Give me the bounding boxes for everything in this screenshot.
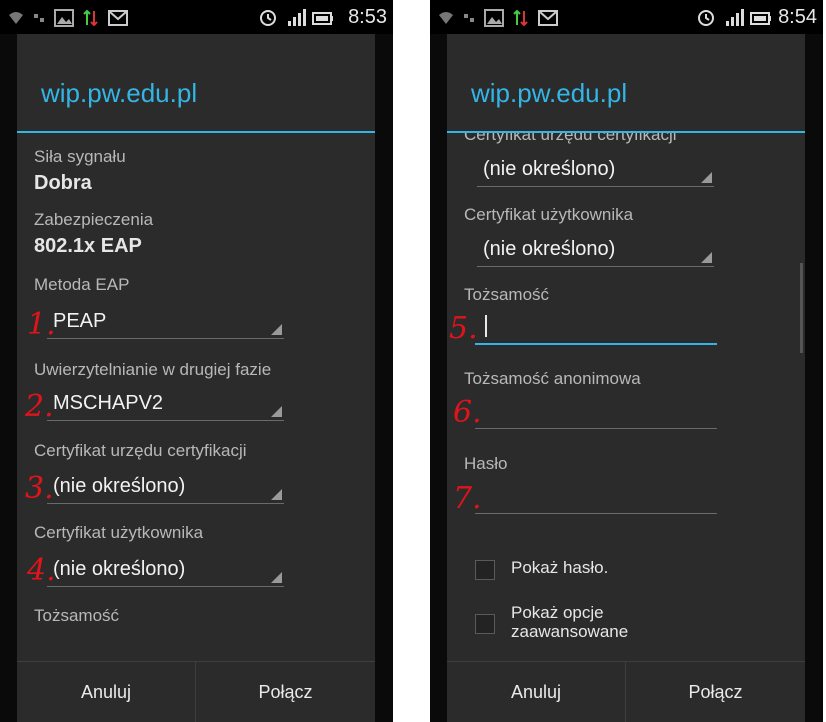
sync-icon [464, 14, 474, 22]
anonymous-identity-field[interactable] [475, 398, 717, 429]
wifi-icon [9, 12, 23, 24]
gmail-icon [538, 10, 558, 26]
user-cert-label: Certyfikat użytkownika [464, 205, 634, 224]
annotation-number: 2. [25, 389, 54, 424]
status-bar: 8:54 [430, 0, 823, 34]
phase2-auth-label: Uwierzytelnianie w drugiej fazie [34, 360, 272, 379]
annotation-number: 3. [25, 471, 54, 506]
dialog-title: wip.pw.edu.pl [41, 78, 198, 108]
show-advanced-label: Pokaż opcje zaawansowane [511, 603, 629, 641]
user-cert-spinner[interactable]: (nie określono) [47, 554, 284, 587]
identity-label: Tożsamość [464, 285, 550, 304]
eap-method-spinner[interactable]: PEAP [47, 306, 284, 339]
image-icon [54, 9, 74, 27]
transfer-icon [83, 9, 98, 27]
show-advanced-checkbox[interactable] [475, 614, 495, 634]
alarm-icon [698, 10, 714, 26]
security-value: 802.1x EAP [34, 235, 142, 257]
dialog-content[interactable]: Certyfikat urzędu certyfikacji (nie okre… [447, 133, 805, 662]
dialog-button-bar: Anuluj Połącz [17, 661, 375, 722]
user-cert-value: (nie określono) [53, 558, 186, 580]
dialog-title: wip.pw.edu.pl [471, 78, 628, 108]
spinner-arrow-icon [271, 406, 282, 417]
identity-field[interactable] [475, 313, 717, 345]
annotation-number: 5. [449, 311, 478, 346]
spinner-arrow-icon [701, 172, 712, 183]
sync-icon [34, 14, 44, 22]
gmail-icon [108, 10, 128, 26]
security-label: Zabezpieczenia [34, 210, 154, 229]
show-advanced-row[interactable]: Pokaż opcje zaawansowane [475, 603, 795, 647]
ca-cert-spinner[interactable]: (nie określono) [477, 154, 714, 187]
signal-strength-label: Siła sygnału [34, 147, 126, 166]
text-cursor [485, 315, 487, 337]
annotation-number: 4. [27, 553, 56, 588]
battery-icon [312, 12, 333, 25]
phase2-auth-value: MSCHAPV2 [53, 392, 164, 414]
status-clock: 8:53 [348, 6, 387, 28]
eap-method-value: PEAP [53, 310, 107, 332]
phone-screen-right: 8:54 wip.pw.edu.pl Certyfikat urzędu cer… [430, 0, 823, 722]
connect-button[interactable]: Połącz [626, 662, 805, 722]
user-cert-value: (nie określono) [483, 238, 616, 260]
show-password-label: Pokaż hasło. [511, 558, 609, 577]
identity-label: Tożsamość [34, 606, 120, 625]
signal-icon [726, 9, 744, 26]
cancel-button[interactable]: Anuluj [447, 662, 626, 722]
show-password-checkbox[interactable] [475, 560, 495, 580]
wifi-config-dialog: wip.pw.edu.pl Certyfikat urzędu certyfik… [447, 34, 805, 722]
scrollbar[interactable] [800, 263, 803, 353]
battery-icon [750, 12, 771, 25]
dialog-content[interactable]: Siła sygnału Dobra Zabezpieczenia 802.1x… [17, 133, 375, 662]
ca-cert-value: (nie określono) [53, 475, 186, 497]
cancel-button[interactable]: Anuluj [17, 662, 196, 722]
status-clock: 8:54 [778, 6, 817, 28]
eap-method-label: Metoda EAP [34, 275, 130, 294]
annotation-number: 1. [27, 307, 56, 342]
user-cert-label: Certyfikat użytkownika [34, 523, 204, 542]
annotation-number: 6. [453, 395, 482, 430]
wifi-icon [439, 12, 453, 24]
password-field[interactable] [475, 483, 717, 514]
annotation-number: 7. [453, 481, 482, 516]
spinner-arrow-icon [271, 324, 282, 335]
spinner-arrow-icon [701, 252, 712, 263]
user-cert-spinner[interactable]: (nie określono) [477, 234, 714, 267]
ca-cert-label: Certyfikat urzędu certyfikacji [34, 441, 247, 460]
anonymous-identity-label: Tożsamość anonimowa [464, 369, 641, 388]
transfer-icon [513, 9, 528, 27]
phone-screen-left: 8:53 wip.pw.edu.pl Siła sygnału Dobra Za… [0, 0, 393, 722]
show-password-row[interactable]: Pokaż hasło. [475, 558, 795, 582]
dialog-button-bar: Anuluj Połącz [447, 661, 805, 722]
spinner-arrow-icon [271, 489, 282, 500]
password-label: Hasło [464, 454, 508, 473]
wifi-config-dialog: wip.pw.edu.pl Siła sygnału Dobra Zabezpi… [17, 34, 375, 722]
signal-icon [288, 9, 306, 26]
status-bar: 8:53 [0, 0, 393, 34]
image-icon [484, 9, 504, 27]
ca-cert-label: Certyfikat urzędu certyfikacji [464, 133, 677, 144]
signal-strength-value: Dobra [34, 172, 92, 194]
alarm-icon [260, 10, 276, 26]
phase2-auth-spinner[interactable]: MSCHAPV2 [47, 388, 284, 421]
spinner-arrow-icon [271, 572, 282, 583]
ca-cert-spinner[interactable]: (nie określono) [47, 471, 284, 504]
connect-button[interactable]: Połącz [196, 662, 375, 722]
ca-cert-value: (nie określono) [483, 158, 616, 180]
